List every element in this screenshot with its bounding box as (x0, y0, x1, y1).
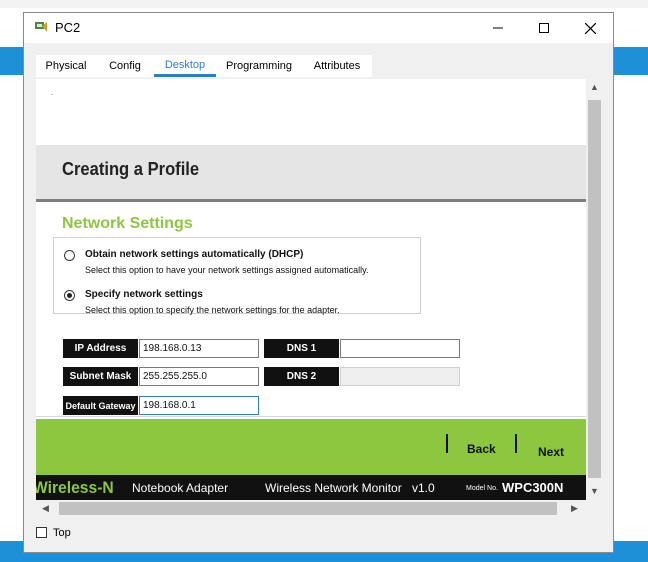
close-icon (584, 22, 596, 34)
dhcp-option-desc: Select this option to have your network … (85, 265, 369, 275)
brand-model-prefix: Model No. (466, 485, 498, 492)
back-button[interactable]: Back (467, 442, 496, 456)
horizontal-scroll-thumb[interactable] (59, 502, 557, 515)
tab-physical[interactable]: Physical (36, 55, 96, 77)
page-title: Creating a Profile (62, 159, 200, 179)
default-gateway-input[interactable]: 198.168.0.1 (139, 396, 259, 415)
minimize-icon (493, 27, 503, 29)
title-bar[interactable]: PC2 (24, 13, 613, 43)
close-button[interactable] (567, 13, 613, 43)
dns1-label: DNS 1 (264, 339, 339, 358)
scroll-left-icon[interactable]: ◀ (42, 503, 49, 514)
brand-product: Wireless-N (36, 478, 114, 497)
static-option-title: Specify network settings (85, 289, 203, 300)
desktop-content: . Creating a Profile Network Settings Ob… (36, 79, 586, 500)
background-blue-left (0, 47, 24, 75)
ip-address-input[interactable]: 198.168.0.13 (139, 339, 259, 358)
dhcp-radio[interactable] (64, 250, 75, 261)
nav-separator (446, 434, 448, 453)
brand-monitor: Wireless Network Monitor (265, 481, 402, 495)
pc2-window: PC2 Physical Config Desktop Programming … (23, 12, 614, 553)
vertical-scroll-thumb[interactable] (588, 100, 601, 478)
brand-bar: Wireless-N Notebook Adapter Wireless Net… (36, 475, 586, 500)
ip-address-label: IP Address (63, 339, 138, 358)
navigation-bar: Back Next (36, 419, 586, 475)
scroll-up-icon[interactable]: ▲ (590, 82, 599, 92)
default-gateway-label: Default Gateway (63, 396, 138, 415)
static-radio[interactable] (64, 290, 75, 301)
maximize-button[interactable] (521, 13, 567, 43)
dns2-label: DNS 2 (264, 367, 339, 386)
horizontal-scrollbar[interactable]: ◀ ▶ (36, 500, 586, 517)
content-divider (36, 416, 586, 417)
brand-model: WPC300N (502, 480, 564, 495)
pc-app-icon (35, 22, 47, 32)
dns2-input[interactable] (340, 367, 460, 386)
top-checkbox-label: Top (53, 527, 71, 539)
tab-programming[interactable]: Programming (220, 55, 298, 77)
dns1-input[interactable] (340, 339, 460, 358)
subnet-mask-label: Subnet Mask (63, 367, 138, 386)
stray-dot: . (51, 88, 54, 97)
window-title: PC2 (55, 20, 81, 35)
subnet-mask-input[interactable]: 255.255.255.0 (139, 367, 259, 386)
scroll-right-icon[interactable]: ▶ (571, 503, 578, 514)
minimize-button[interactable] (475, 13, 521, 43)
tab-config[interactable]: Config (100, 55, 150, 77)
brand-adapter: Notebook Adapter (132, 481, 229, 495)
scroll-down-icon[interactable]: ▼ (590, 486, 599, 496)
radio-selected-dot (67, 293, 72, 298)
background-toolbar (0, 0, 648, 8)
section-title: Network Settings (62, 215, 193, 232)
tab-desktop[interactable]: Desktop (154, 55, 216, 77)
maximize-icon (539, 23, 549, 33)
nav-separator (515, 434, 517, 453)
brand-version: v1.0 (412, 481, 435, 495)
background-blue-right (614, 47, 648, 75)
tab-attributes[interactable]: Attributes (304, 55, 370, 77)
dhcp-option-title: Obtain network settings automatically (D… (85, 249, 304, 260)
static-option-desc: Select this option to specify the networ… (85, 305, 340, 315)
next-button[interactable]: Next (538, 445, 564, 459)
top-checkbox[interactable] (36, 527, 47, 538)
header-band: Creating a Profile (36, 145, 586, 202)
vertical-scrollbar[interactable]: ▲ ▼ (586, 79, 603, 500)
